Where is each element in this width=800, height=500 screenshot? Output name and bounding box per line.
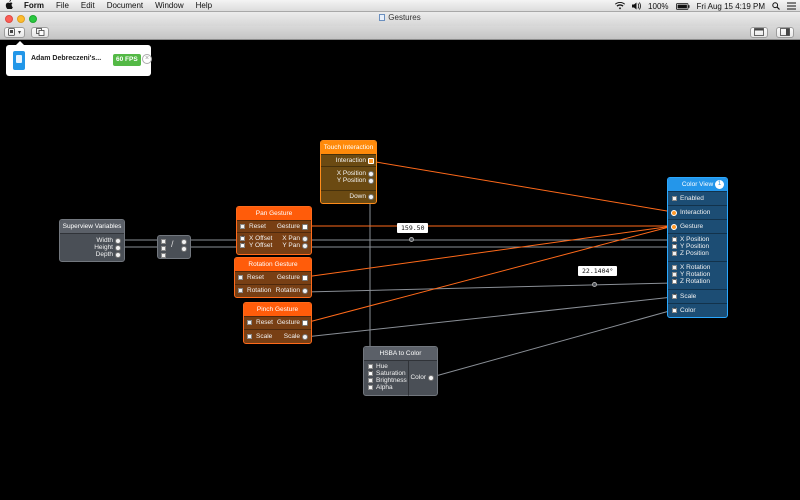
divider	[408, 361, 409, 397]
switch-input-2[interactable]	[161, 246, 166, 251]
input-port-scale[interactable]	[672, 292, 677, 299]
input-port-z-position[interactable]	[672, 251, 677, 256]
output-label-scale: Scale	[283, 333, 300, 340]
output-label-down: Down	[349, 193, 366, 200]
device-name[interactable]: Adam Debreczeni's...	[31, 55, 101, 62]
output-port-y-position[interactable]	[368, 178, 374, 184]
node-title-text: Color View	[681, 181, 714, 188]
node-superview-variables[interactable]: Superview Variables Width Height Depth	[59, 219, 125, 262]
input-port-enabled[interactable]	[672, 196, 677, 201]
node-switch[interactable]: /	[157, 235, 191, 259]
node-title: Touch Interaction	[321, 141, 376, 154]
node-title: Rotation Gesture	[235, 258, 311, 271]
input-port-y-offset[interactable]	[240, 241, 245, 248]
node-rotation-gesture[interactable]: Rotation Gesture Reset Gesture Rotation …	[234, 257, 312, 298]
rotation-value-label: 22.1404°	[578, 266, 618, 276]
input-port-scale[interactable]	[247, 334, 252, 339]
output-port-gesture[interactable]	[302, 320, 308, 326]
device-popover: Adam Debreczeni's... 60 FPS ×	[6, 41, 152, 76]
wire-rotation-gesture	[304, 225, 674, 278]
input-port-reset[interactable]	[240, 224, 245, 229]
wire-pinch-gesture	[304, 225, 674, 324]
input-label-reset: Reset	[247, 274, 264, 281]
node-touch-interaction[interactable]: Touch Interaction Interaction X Position…	[320, 140, 377, 204]
node-hsba-to-color[interactable]: HSBA to Color Hue Saturation Brightness …	[363, 346, 438, 397]
input-label-interaction: Interaction	[680, 209, 711, 216]
disconnect-icon[interactable]: ×	[142, 54, 152, 64]
phone-icon	[13, 51, 25, 70]
input-label-rotation: Rotation	[247, 287, 272, 294]
input-port-alpha[interactable]	[368, 385, 373, 390]
input-label-y-offset: Y Offset	[249, 242, 273, 249]
output-label-color: Color	[410, 374, 426, 381]
input-label-gesture: Gesture	[680, 223, 704, 230]
input-port-interaction[interactable]	[671, 210, 677, 216]
node-pinch-gesture[interactable]: Pinch Gesture Reset Gesture Scale Scale	[243, 302, 312, 344]
output-label-rotation: Rotation	[275, 287, 300, 294]
output-port-scale[interactable]	[302, 334, 308, 340]
output-port-color[interactable]	[428, 375, 434, 381]
app-window: Form File Edit Document Window Help 100%…	[0, 0, 800, 500]
switch-input-3[interactable]	[161, 253, 166, 258]
output-label-y-position: Y Position	[336, 177, 366, 184]
output-port-gesture[interactable]	[302, 275, 308, 281]
input-port-color[interactable]	[672, 306, 677, 313]
pan-value-knob[interactable]	[409, 237, 414, 242]
input-label-reset: Reset	[256, 319, 273, 326]
wire-touch-interaction	[369, 160, 674, 213]
output-port-width[interactable]	[115, 238, 121, 244]
input-port-reset[interactable]	[238, 275, 243, 280]
output-label-y-pan: Y Pan	[282, 242, 300, 249]
input-port-gesture[interactable]	[671, 224, 677, 230]
node-title: Color View 1	[668, 178, 727, 191]
input-label-enabled: Enabled	[680, 195, 704, 202]
node-title: Superview Variables	[60, 220, 124, 233]
output-port-rotation[interactable]	[302, 288, 308, 294]
input-port-x-rotation[interactable]	[672, 265, 677, 270]
output-label-depth: Depth	[95, 251, 113, 258]
output-port-x-pan[interactable]	[302, 236, 308, 242]
node-title: Pan Gesture	[237, 207, 311, 220]
node-color-view[interactable]: Color View 1 Enabled Interaction Gesture…	[667, 177, 728, 318]
output-port-x-position[interactable]	[368, 171, 374, 177]
switch-output-2[interactable]	[181, 246, 187, 252]
input-port-reset[interactable]	[247, 320, 252, 325]
input-label-alpha: Alpha	[376, 384, 393, 391]
input-label-scale: Scale	[256, 333, 273, 340]
wire-scale-to-scale	[304, 296, 674, 338]
output-label-gesture: Gesture	[276, 223, 300, 230]
node-title: HSBA to Color	[364, 347, 437, 360]
input-port-brightness[interactable]	[368, 378, 373, 383]
input-label-z-rotation: Z Rotation	[680, 278, 710, 285]
rotation-value-knob[interactable]	[592, 282, 597, 287]
input-label-z-position: Z Position	[680, 250, 709, 257]
output-port-down[interactable]	[368, 194, 374, 200]
fps-badge: 60 FPS	[113, 54, 141, 66]
output-label-interaction: Interaction	[335, 157, 366, 164]
node-pan-gesture[interactable]: Pan Gesture Reset Gesture X Offset Y Off…	[236, 206, 312, 255]
output-port-interaction[interactable]	[368, 158, 374, 164]
switch-icon: /	[171, 239, 174, 249]
output-port-depth[interactable]	[115, 252, 121, 258]
output-label-gesture: Gesture	[276, 274, 300, 281]
wire-rotation-to-zrotation	[304, 282, 674, 293]
output-port-y-pan[interactable]	[302, 243, 308, 249]
node-title: Pinch Gesture	[244, 303, 311, 316]
wire-color-to-color	[431, 309, 674, 378]
input-label-scale: Scale	[680, 293, 697, 300]
switch-output-1[interactable]	[181, 239, 187, 245]
output-port-gesture[interactable]	[302, 224, 308, 230]
count-badge[interactable]: 1	[715, 180, 724, 189]
input-label-color: Color	[680, 307, 696, 314]
input-port-rotation[interactable]	[238, 288, 243, 293]
pan-value-label: 159.50	[397, 223, 429, 233]
output-label-gesture: Gesture	[276, 319, 300, 326]
input-port-y-position[interactable]	[672, 242, 677, 249]
input-label-reset: Reset	[249, 223, 266, 230]
input-port-saturation[interactable]	[368, 369, 373, 376]
output-port-height[interactable]	[115, 245, 121, 251]
input-port-z-rotation[interactable]	[672, 277, 677, 284]
switch-input-1[interactable]	[161, 239, 166, 244]
